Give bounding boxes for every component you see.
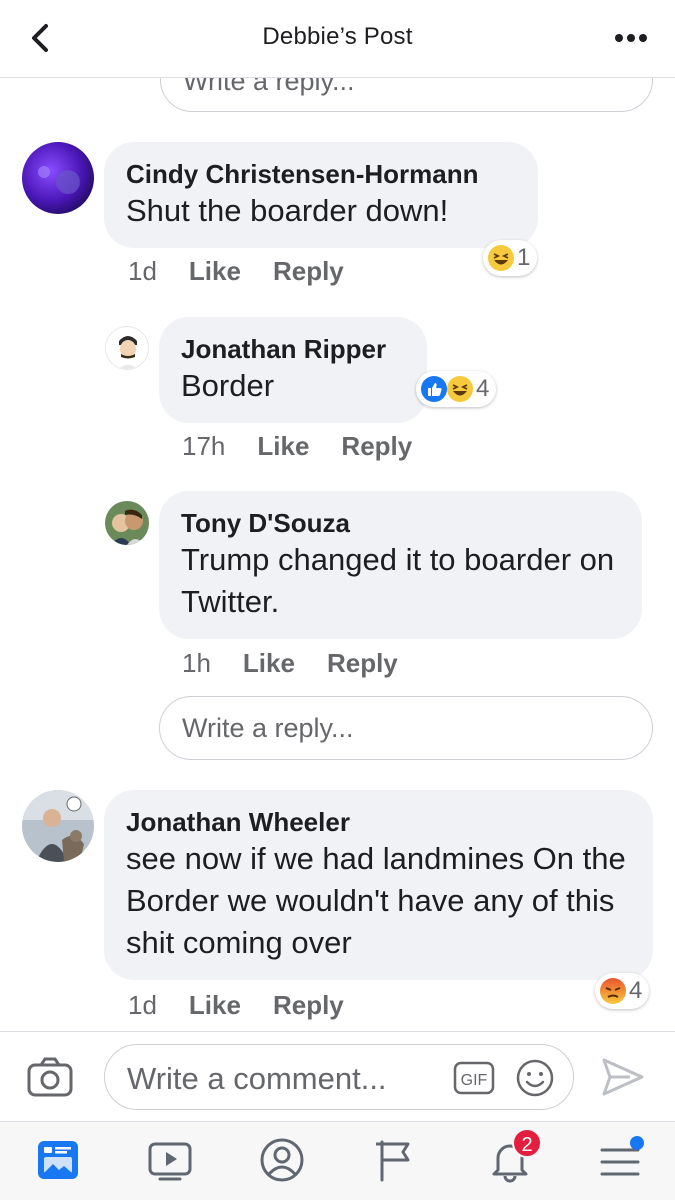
comment-author[interactable]: Cindy Christensen-Hormann bbox=[126, 158, 516, 190]
reaction-count: 4 bbox=[476, 375, 490, 402]
comment-time: 1h bbox=[182, 648, 211, 678]
more-icon bbox=[615, 34, 647, 42]
comment-text: see now if we had landmines On the Borde… bbox=[126, 841, 626, 960]
reply-input-top[interactable]: Write a reply... bbox=[160, 78, 653, 112]
avatar-image bbox=[22, 790, 94, 862]
comment-placeholder: Write a comment... bbox=[127, 1061, 387, 1096]
tab-profile[interactable] bbox=[258, 1136, 306, 1184]
page-title: Debbie’s Post bbox=[262, 23, 413, 50]
reaction-summary[interactable]: 4 bbox=[416, 371, 497, 407]
gif-button[interactable]: GIF bbox=[453, 1061, 495, 1095]
notification-badge: 2 bbox=[512, 1128, 542, 1158]
comment-bubble: Cindy Christensen-Hormann Shut the board… bbox=[104, 142, 538, 248]
reply-placeholder: Write a reply... bbox=[182, 712, 354, 743]
avatar-image bbox=[106, 327, 148, 369]
tab-watch[interactable] bbox=[146, 1136, 194, 1184]
reply-button[interactable]: Reply bbox=[327, 648, 398, 679]
watch-icon bbox=[148, 1142, 192, 1181]
comment-author[interactable]: Jonathan Ripper bbox=[181, 333, 405, 365]
comment-text: Border bbox=[181, 368, 275, 403]
comment-text: Trump changed it to boarder on Twitter. bbox=[181, 542, 615, 619]
emoji-icon[interactable] bbox=[515, 1058, 555, 1098]
profile-icon bbox=[260, 1138, 304, 1182]
like-button[interactable]: Like bbox=[243, 648, 295, 679]
reply-button[interactable]: Reply bbox=[341, 431, 412, 462]
gif-label: GIF bbox=[461, 1072, 488, 1089]
comment-time: 1d bbox=[128, 256, 157, 286]
menu-update-dot bbox=[630, 1136, 644, 1150]
comment-actions: 1d Like Reply bbox=[128, 256, 344, 287]
comment-bubble: Tony D'Souza Trump changed it to boarder… bbox=[159, 491, 642, 639]
avatar[interactable] bbox=[22, 790, 94, 862]
reply-placeholder: Write a reply... bbox=[183, 78, 355, 96]
avatar[interactable] bbox=[105, 326, 149, 370]
avatar-image bbox=[105, 501, 149, 545]
like-reaction-icon bbox=[420, 375, 448, 403]
avatar[interactable] bbox=[22, 142, 94, 214]
bottom-tab-bar: 2 bbox=[0, 1121, 675, 1200]
comment-author[interactable]: Jonathan Wheeler bbox=[126, 806, 631, 838]
comment-time: 1d bbox=[128, 990, 157, 1020]
top-bar: Debbie’s Post bbox=[0, 0, 675, 78]
comments-list: Write a reply... Cindy Christensen-Horma… bbox=[0, 78, 675, 1031]
comment-actions: 1d Like Reply bbox=[128, 990, 344, 1021]
haha-icon bbox=[487, 244, 515, 272]
tab-news-feed[interactable] bbox=[34, 1136, 82, 1184]
reply-button[interactable]: Reply bbox=[273, 990, 344, 1021]
like-button[interactable]: Like bbox=[189, 256, 241, 287]
comment-author[interactable]: Tony D'Souza bbox=[181, 507, 620, 539]
haha-icon bbox=[446, 375, 474, 403]
reaction-count: 1 bbox=[517, 244, 531, 271]
more-options-button[interactable] bbox=[611, 26, 651, 50]
reply-input[interactable]: Write a reply... bbox=[159, 696, 653, 760]
avatar-image bbox=[22, 142, 94, 214]
like-button[interactable]: Like bbox=[189, 990, 241, 1021]
angry-icon bbox=[599, 977, 627, 1005]
comment-input[interactable]: Write a comment... GIF bbox=[104, 1044, 574, 1110]
reaction-count: 4 bbox=[629, 977, 643, 1004]
comment-actions: 1h Like Reply bbox=[182, 648, 398, 679]
comment-time: 17h bbox=[182, 431, 226, 461]
reply-button[interactable]: Reply bbox=[273, 256, 344, 287]
news-feed-icon bbox=[38, 1141, 78, 1179]
like-button[interactable]: Like bbox=[257, 431, 309, 462]
send-icon[interactable] bbox=[600, 1056, 646, 1098]
avatar[interactable] bbox=[105, 501, 149, 545]
reaction-summary[interactable]: 4 bbox=[595, 973, 650, 1009]
reaction-summary[interactable]: 1 bbox=[483, 240, 538, 276]
tab-pages[interactable] bbox=[372, 1136, 420, 1184]
comment-bubble: Jonathan Wheeler see now if we had landm… bbox=[104, 790, 653, 980]
camera-icon[interactable] bbox=[26, 1056, 74, 1100]
flag-icon bbox=[376, 1140, 410, 1182]
comment-text: Shut the boarder down! bbox=[126, 193, 449, 228]
comment-actions: 17h Like Reply bbox=[182, 431, 412, 462]
comment-bubble: Jonathan Ripper Border bbox=[159, 317, 427, 423]
comment-composer: Write a comment... GIF bbox=[0, 1031, 675, 1121]
